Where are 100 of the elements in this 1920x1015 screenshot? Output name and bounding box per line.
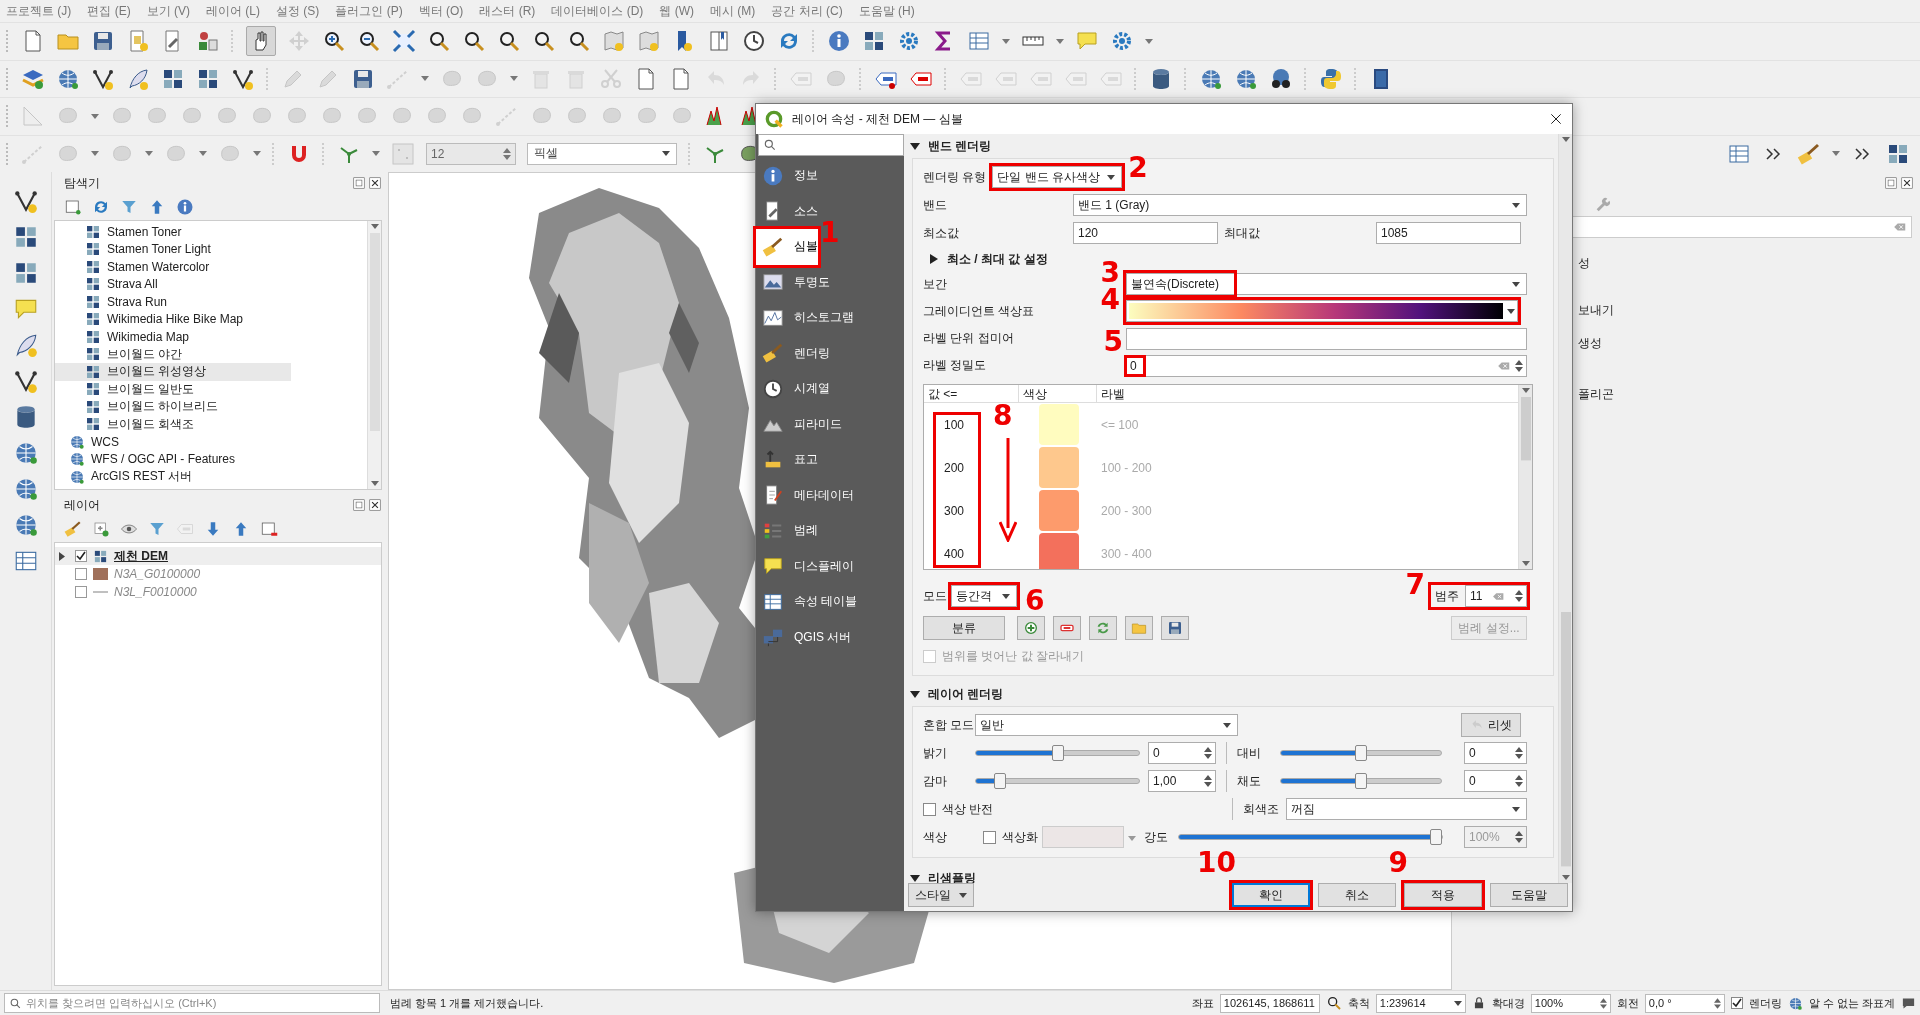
browser-item[interactable]: Stamen Toner Light: [55, 240, 291, 258]
browser-item[interactable]: 브이월드 회색조: [55, 415, 291, 433]
book-icon[interactable]: [707, 29, 731, 54]
scrollbar[interactable]: [1558, 134, 1572, 883]
tool-item[interactable]: 성: [1578, 254, 1590, 273]
minus-button[interactable]: [1053, 616, 1081, 640]
magnifier-icon[interactable]: [532, 29, 556, 54]
layer-row[interactable]: N3L_F0010000: [55, 583, 381, 601]
checkbox[interactable]: [75, 568, 87, 580]
expand-arrow-icon[interactable]: [929, 254, 939, 264]
sidebar-item[interactable]: 시계열: [756, 371, 904, 407]
zoom-in-icon[interactable]: [322, 29, 346, 54]
browser-item[interactable]: Stamen Toner: [55, 223, 291, 241]
menu-item[interactable]: 웹 (W): [659, 2, 695, 20]
color-swatch[interactable]: [1039, 404, 1079, 445]
menu-item[interactable]: 보기 (V): [146, 2, 190, 20]
expand-arrow-icon[interactable]: [59, 551, 65, 561]
sidebar-item[interactable]: 범례: [756, 513, 904, 549]
dialog-button[interactable]: 확인: [1232, 883, 1310, 907]
sidebar-item[interactable]: 속성 테이블: [756, 584, 904, 620]
menu-item[interactable]: 레이어 (L): [206, 2, 260, 20]
checkbox[interactable]: [923, 802, 936, 816]
swap-arrows-button[interactable]: [1089, 616, 1117, 640]
browser-item[interactable]: 브이월드 야간: [55, 345, 291, 363]
vertex-icon[interactable]: [12, 188, 39, 214]
browser-item[interactable]: 브이월드 일반도: [55, 380, 291, 398]
dialog-button[interactable]: 적용: [1404, 883, 1482, 907]
column-header[interactable]: 색상: [1019, 385, 1097, 402]
checkbox[interactable]: [75, 586, 87, 598]
slider-thumb[interactable]: [994, 773, 1007, 789]
classify-button[interactable]: 분류: [923, 616, 1005, 640]
rectangle-icon[interactable]: [64, 198, 82, 216]
style-button[interactable]: 스타일: [908, 883, 974, 907]
close-icon[interactable]: [1900, 176, 1914, 190]
browser-item[interactable]: WCS: [55, 433, 291, 451]
collapse-arrow-icon[interactable]: [910, 873, 920, 883]
menu-item[interactable]: 데이터베이스 (D): [551, 2, 644, 20]
crs-button[interactable]: 알 수 없는 좌표계: [1808, 995, 1895, 1011]
unit-dropdown[interactable]: 픽셀: [527, 142, 677, 165]
sidebar-item[interactable]: 렌더링: [756, 335, 904, 371]
classes-spinbox[interactable]: 11: [1465, 585, 1527, 607]
collapse-arrow-icon[interactable]: [910, 141, 920, 151]
max-field[interactable]: 1085: [1376, 222, 1521, 244]
coordinate-field[interactable]: 1026145, 1868611: [1219, 993, 1320, 1013]
suffix-field[interactable]: [1126, 327, 1527, 350]
scrollbar[interactable]: [367, 221, 381, 489]
browser-item[interactable]: 브이월드 하이브리드: [55, 398, 291, 416]
menu-item[interactable]: 메시 (M): [710, 2, 756, 20]
magnifier-icon[interactable]: [1325, 995, 1342, 1011]
close-icon[interactable]: [368, 498, 382, 512]
floppy-disk-button[interactable]: [1161, 616, 1189, 640]
close-icon[interactable]: [368, 176, 382, 190]
browser-item[interactable]: ArcGIS REST 서버: [55, 468, 291, 486]
checkbox[interactable]: [75, 550, 87, 562]
interpolation-dropdown[interactable]: 불연속(Discrete): [1126, 273, 1234, 295]
filter-icon[interactable]: [148, 520, 166, 538]
menu-item[interactable]: 공간 처리 (C): [771, 2, 843, 20]
checkbox[interactable]: [1730, 997, 1743, 1009]
color-swatch[interactable]: [1039, 490, 1079, 531]
magnifier-icon[interactable]: [427, 29, 451, 54]
layer-row[interactable]: 제천 DEM: [55, 547, 381, 565]
saturation-spinbox[interactable]: 0: [1464, 770, 1527, 792]
map-icon[interactable]: [637, 29, 661, 54]
magnifier-icon[interactable]: [497, 29, 521, 54]
browser-item[interactable]: WFS / OGC API - Features: [55, 450, 291, 468]
info-icon[interactable]: [176, 198, 194, 216]
browser-item[interactable]: Strava Run: [55, 293, 291, 311]
add-layer-icon[interactable]: [92, 520, 110, 538]
color-button[interactable]: [1042, 826, 1124, 848]
column-header[interactable]: 값 <=: [924, 385, 1019, 402]
slider-thumb[interactable]: [1051, 745, 1064, 761]
browser-item[interactable]: 브이월드 위성영상: [55, 363, 291, 381]
sidebar-item[interactable]: 피라미드: [756, 406, 904, 442]
browser-item[interactable]: Strava All: [55, 275, 291, 293]
scale-dropdown[interactable]: 1:239614: [1375, 993, 1466, 1013]
menu-item[interactable]: 도움말 (H): [858, 2, 915, 20]
checkbox[interactable]: [983, 830, 996, 844]
menu-item[interactable]: 벡터 (O): [418, 2, 464, 20]
menu-item[interactable]: 편집 (E): [87, 2, 131, 20]
scroll-thumb[interactable]: [369, 233, 380, 431]
gamma-spinbox[interactable]: 1,00: [1148, 770, 1216, 792]
magnifier-spinbox[interactable]: 100%: [1530, 993, 1611, 1013]
magnifier-icon[interactable]: [462, 29, 486, 54]
info-icon[interactable]: [827, 29, 851, 54]
brush-icon[interactable]: [1797, 141, 1821, 166]
feather-icon[interactable]: [126, 66, 150, 91]
tool-item[interactable]: 보내기: [1578, 301, 1614, 320]
menu-item[interactable]: 플러그인 (P): [335, 2, 403, 20]
color-swatch[interactable]: [1039, 447, 1079, 488]
clock-icon[interactable]: [742, 29, 766, 54]
render-type-dropdown[interactable]: 단일 밴드 유사색상: [992, 166, 1123, 188]
search-field[interactable]: [758, 134, 904, 156]
extent-icon[interactable]: [392, 29, 416, 54]
scroll-thumb[interactable]: [1560, 612, 1571, 867]
sidebar-item[interactable]: 심볼: [756, 229, 818, 265]
rectangle-icon[interactable]: [260, 520, 278, 538]
shapes-icon[interactable]: [196, 29, 220, 54]
browser-item[interactable]: Stamen Watercolor: [55, 258, 291, 276]
brush-icon[interactable]: [64, 520, 82, 538]
magnifier-icon[interactable]: [567, 29, 591, 54]
